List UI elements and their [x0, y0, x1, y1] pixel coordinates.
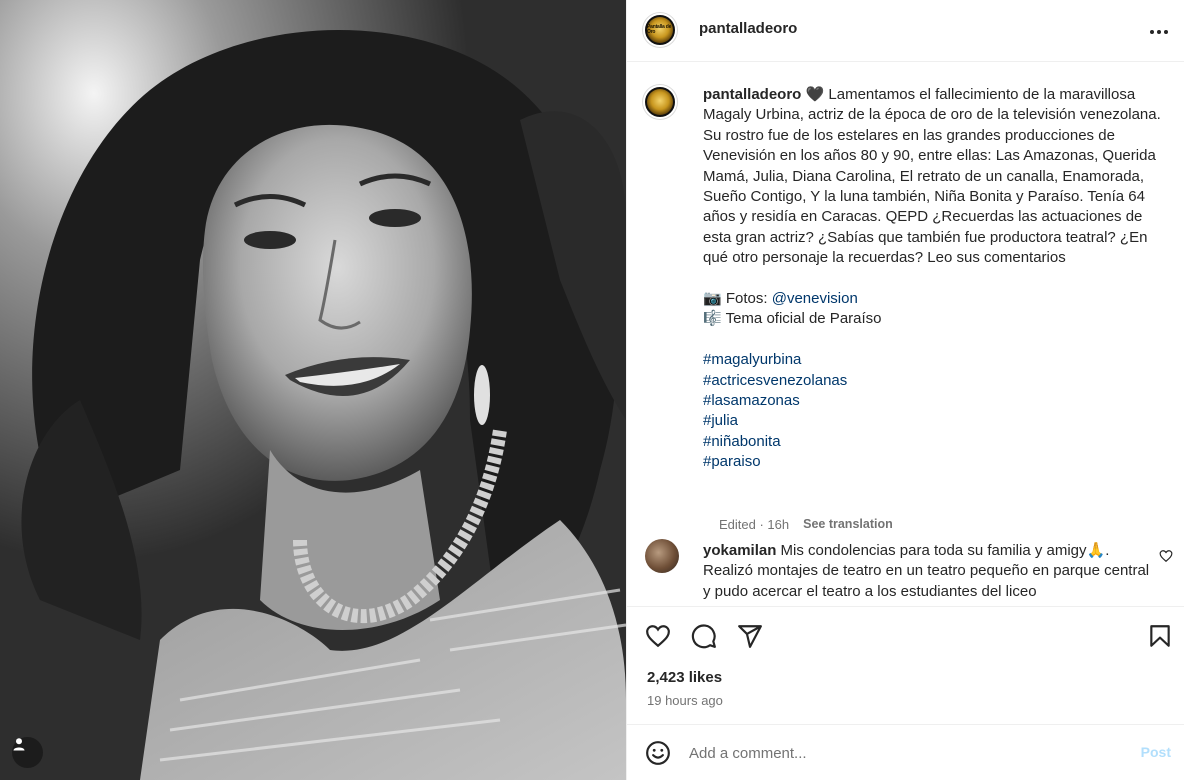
edited-timestamp: Edited · 16h [719, 517, 790, 532]
comments-scroll-area[interactable]: pantalladeoro 🖤 Lamentamos el fallecimie… [627, 63, 1184, 606]
comment-like-button[interactable] [1159, 549, 1173, 563]
user-tag-button[interactable] [12, 737, 43, 768]
save-button[interactable] [1147, 623, 1173, 649]
post-comment-button[interactable]: Post [1141, 744, 1171, 760]
commenter-avatar[interactable] [645, 539, 679, 573]
caption-username[interactable]: pantalladeoro [703, 86, 801, 103]
venevision-mention[interactable]: @venevision [772, 290, 858, 307]
paper-plane-icon [738, 625, 762, 648]
hashtag-link[interactable]: #actricesvenezolanas [703, 371, 1173, 391]
see-translation-button[interactable]: See translation [803, 517, 893, 532]
photo-credit-label: Fotos: [725, 290, 772, 308]
post-time[interactable]: 19 hours ago [647, 693, 723, 708]
likes-count[interactable]: 2,423 likes [647, 669, 722, 686]
more-options-button[interactable] [1149, 22, 1169, 42]
user-tag-icon [13, 738, 25, 751]
hashtag-link[interactable]: #magalyurbina [703, 350, 1173, 370]
author-avatar[interactable]: Pantalla de Oro [643, 13, 677, 47]
share-button[interactable] [737, 623, 763, 649]
music-emoji: 🎼 [703, 310, 722, 328]
comment-input[interactable] [689, 741, 1109, 765]
pantalla-de-oro-logo: Pantalla de Oro [647, 17, 673, 43]
emoji-picker-button[interactable] [645, 740, 671, 766]
hashtag-link[interactable]: #julia [703, 411, 1173, 431]
post-photo[interactable] [0, 0, 626, 780]
heart-icon [1159, 550, 1173, 563]
bookmark-icon [1150, 625, 1170, 647]
comment-text: yokamilan Mis condolencias para toda su … [703, 541, 1153, 602]
comment-composer: Post [627, 724, 1184, 780]
caption-author-avatar[interactable] [643, 85, 677, 119]
comment-button[interactable] [691, 623, 717, 649]
more-horizontal-icon [1150, 30, 1168, 34]
comment-username[interactable]: yokamilan [703, 542, 776, 559]
caption-text: pantalladeoro 🖤 Lamentamos el fallecimie… [703, 85, 1173, 473]
hashtag-link[interactable]: #paraiso [703, 452, 1173, 472]
post-actions: 2,423 likes 19 hours ago [627, 606, 1184, 724]
camera-emoji: 📷 [703, 290, 722, 308]
hashtag-link[interactable]: #lasamazonas [703, 391, 1173, 411]
pantalla-de-oro-logo [647, 89, 673, 115]
post-header: Pantalla de Oro pantalladeoro [627, 0, 1184, 62]
music-credit-line: 🎼 Tema oficial de Paraíso [703, 309, 1173, 329]
caption-body: Lamentamos el fallecimiento de la maravi… [703, 86, 1161, 267]
heart-icon [646, 625, 670, 648]
caption-meta: Edited · 16h See translation [719, 517, 893, 532]
music-credit-label: Tema oficial de Paraíso [725, 310, 882, 328]
like-button[interactable] [645, 623, 671, 649]
photo-illustration [0, 0, 626, 780]
heart-emoji: 🖤 [805, 86, 825, 103]
photo-credit-line: 📷 Fotos: @venevision [703, 289, 1173, 309]
hashtag-link[interactable]: #niñabonita [703, 432, 1173, 452]
comment-bubble-icon [691, 624, 716, 649]
smiley-icon [646, 741, 670, 765]
post-side-panel: Pantalla de Oro pantalladeoro pantallade… [626, 0, 1184, 780]
logo-text: Pantalla de Oro [647, 24, 672, 35]
header-username[interactable]: pantalladeoro [699, 20, 797, 37]
